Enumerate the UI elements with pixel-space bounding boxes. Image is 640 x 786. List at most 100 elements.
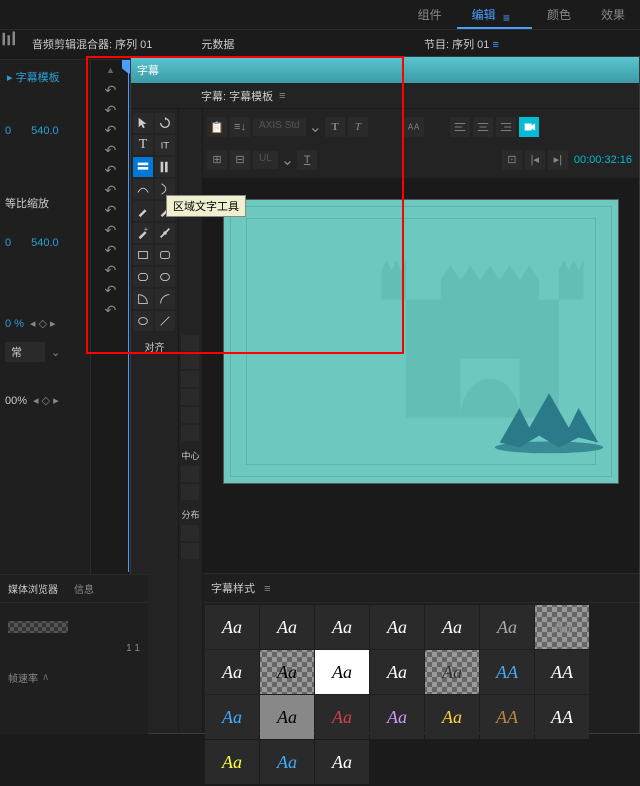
align-left[interactable] <box>181 335 199 351</box>
style-tile[interactable]: Aa <box>370 605 424 649</box>
underline-icon[interactable]: T <box>297 150 317 170</box>
style-tile[interactable]: Aa <box>260 605 314 649</box>
center-h[interactable] <box>181 466 199 482</box>
style-tile[interactable]: Aa <box>205 740 259 784</box>
val-1[interactable]: 0 <box>5 125 11 137</box>
undo-icon[interactable]: ↶ <box>91 200 130 220</box>
vertical-area-text-tool[interactable] <box>155 157 175 177</box>
style-tile[interactable]: Aa <box>370 650 424 694</box>
style-tile[interactable]: Aa <box>480 605 534 649</box>
rectangle-tool[interactable] <box>133 245 153 265</box>
align-right[interactable] <box>181 371 199 387</box>
pen-tool[interactable] <box>133 201 153 221</box>
metadata-label[interactable]: 元数据 <box>189 30 246 59</box>
selection-tool[interactable] <box>133 113 153 133</box>
center-v[interactable] <box>181 484 199 500</box>
tab-color[interactable]: 颜色 <box>532 0 586 29</box>
val-2[interactable]: 540.0 <box>31 125 59 137</box>
style-tile[interactable]: Aa <box>535 605 589 649</box>
line-tool[interactable] <box>155 311 175 331</box>
val-4[interactable]: 540.0 <box>31 237 59 249</box>
text-tool[interactable]: T <box>133 135 153 155</box>
style-tile[interactable]: Aa <box>260 695 314 739</box>
undo-icon[interactable]: ↶ <box>91 260 130 280</box>
rotate-tool[interactable] <box>155 113 175 133</box>
arc-tool[interactable] <box>155 289 175 309</box>
style-tile[interactable]: Aa <box>315 650 369 694</box>
percent-2[interactable]: 00% <box>5 395 27 407</box>
show-video-icon[interactable] <box>519 117 539 137</box>
style-tile[interactable]: Aa <box>260 650 314 694</box>
blend-dropdown[interactable]: 常 <box>5 342 45 362</box>
template-icon[interactable]: 📋 <box>207 117 227 137</box>
media-browser-tab[interactable]: 媒体浏览器 <box>0 575 66 602</box>
next-frame-icon[interactable]: ▸| <box>548 150 568 170</box>
roll-icon[interactable]: ≡↓ <box>230 117 250 137</box>
style-tile[interactable]: Aa <box>205 650 259 694</box>
align-center-h[interactable] <box>181 353 199 369</box>
wedge-tool[interactable] <box>133 289 153 309</box>
canvas-timecode[interactable]: 00:00:32:16 <box>571 151 635 169</box>
style-tile[interactable]: AA <box>480 650 534 694</box>
mixer-icon[interactable] <box>0 30 20 48</box>
area-text-tool[interactable] <box>133 157 153 177</box>
undo-icon[interactable]: ↶ <box>91 240 130 260</box>
undo-icon[interactable]: ↶ <box>91 280 130 300</box>
distribute-1[interactable] <box>181 525 199 541</box>
clipped-rect-tool[interactable] <box>133 267 153 287</box>
undo-icon[interactable]: ↶ <box>91 160 130 180</box>
convert-anchor-tool[interactable] <box>155 223 175 243</box>
rounded-rect-tool[interactable] <box>155 245 175 265</box>
undo-icon[interactable]: ↶ <box>91 300 130 320</box>
align-center-icon[interactable] <box>473 117 493 137</box>
style-tile[interactable]: Aa <box>315 605 369 649</box>
undo-icon[interactable]: ↶ <box>91 180 130 200</box>
italic-icon[interactable]: T <box>348 117 368 137</box>
undo-icon[interactable]: ↶ <box>91 120 130 140</box>
add-anchor-tool[interactable]: + <box>133 223 153 243</box>
title-canvas[interactable] <box>223 199 619 484</box>
style-tile[interactable]: Aa <box>425 650 479 694</box>
style-tile[interactable]: Aa <box>315 695 369 739</box>
audio-mixer-label[interactable]: 音频剪辑混合器: 序列 01 <box>20 30 164 59</box>
vertical-text-tool[interactable]: IT <box>155 135 175 155</box>
tab-effect[interactable]: 效果 <box>586 0 640 29</box>
undo-icon[interactable]: ↶ <box>91 80 130 100</box>
style-tile[interactable]: Aa <box>370 695 424 739</box>
font-dropdown[interactable]: AXIS Std <box>253 118 306 136</box>
info-tab[interactable]: 信息 <box>66 575 102 602</box>
distribute-2[interactable] <box>181 543 199 559</box>
path-text-tool[interactable] <box>133 179 153 199</box>
undo-icon[interactable]: ↶ <box>91 140 130 160</box>
val-3[interactable]: 0 <box>5 237 11 249</box>
align-middle[interactable] <box>181 407 199 423</box>
prev-frame-icon[interactable]: |◂ <box>525 150 545 170</box>
kerning-icon[interactable]: AA <box>404 117 424 137</box>
style-tile[interactable]: AA <box>535 650 589 694</box>
style-tile[interactable]: Aa <box>315 740 369 784</box>
percent-1[interactable]: 0 % <box>5 318 24 330</box>
tab-icon[interactable]: ⊞ <box>207 150 227 170</box>
tab2-icon[interactable]: ⊟ <box>230 150 250 170</box>
style-tile[interactable]: Aa <box>425 605 479 649</box>
style-tile[interactable]: Aa <box>205 695 259 739</box>
style-tile[interactable]: Aa <box>425 695 479 739</box>
rounded-rect2-tool[interactable] <box>155 267 175 287</box>
undo-icon[interactable]: ↶ <box>91 100 130 120</box>
style-tile[interactable]: AA <box>535 695 589 739</box>
style-tile[interactable]: AA <box>480 695 534 739</box>
align-bottom[interactable] <box>181 425 199 441</box>
style-tile[interactable]: Aa <box>260 740 314 784</box>
bold-icon[interactable]: T <box>325 117 345 137</box>
weight-dropdown[interactable]: UL <box>253 151 278 169</box>
tab-edit[interactable]: 编辑 <box>457 0 532 29</box>
canvas-viewport[interactable] <box>203 179 639 573</box>
style-tile[interactable]: Aa <box>205 605 259 649</box>
undo-icon[interactable]: ↶ <box>91 220 130 240</box>
program-label[interactable]: 节目: 序列 01 <box>424 39 489 51</box>
safe-margin-icon[interactable]: ⊡ <box>502 150 522 170</box>
align-right-icon[interactable] <box>496 117 516 137</box>
tab-component[interactable]: 组件 <box>403 0 457 29</box>
align-top[interactable] <box>181 389 199 405</box>
thumbnail[interactable] <box>8 621 68 633</box>
